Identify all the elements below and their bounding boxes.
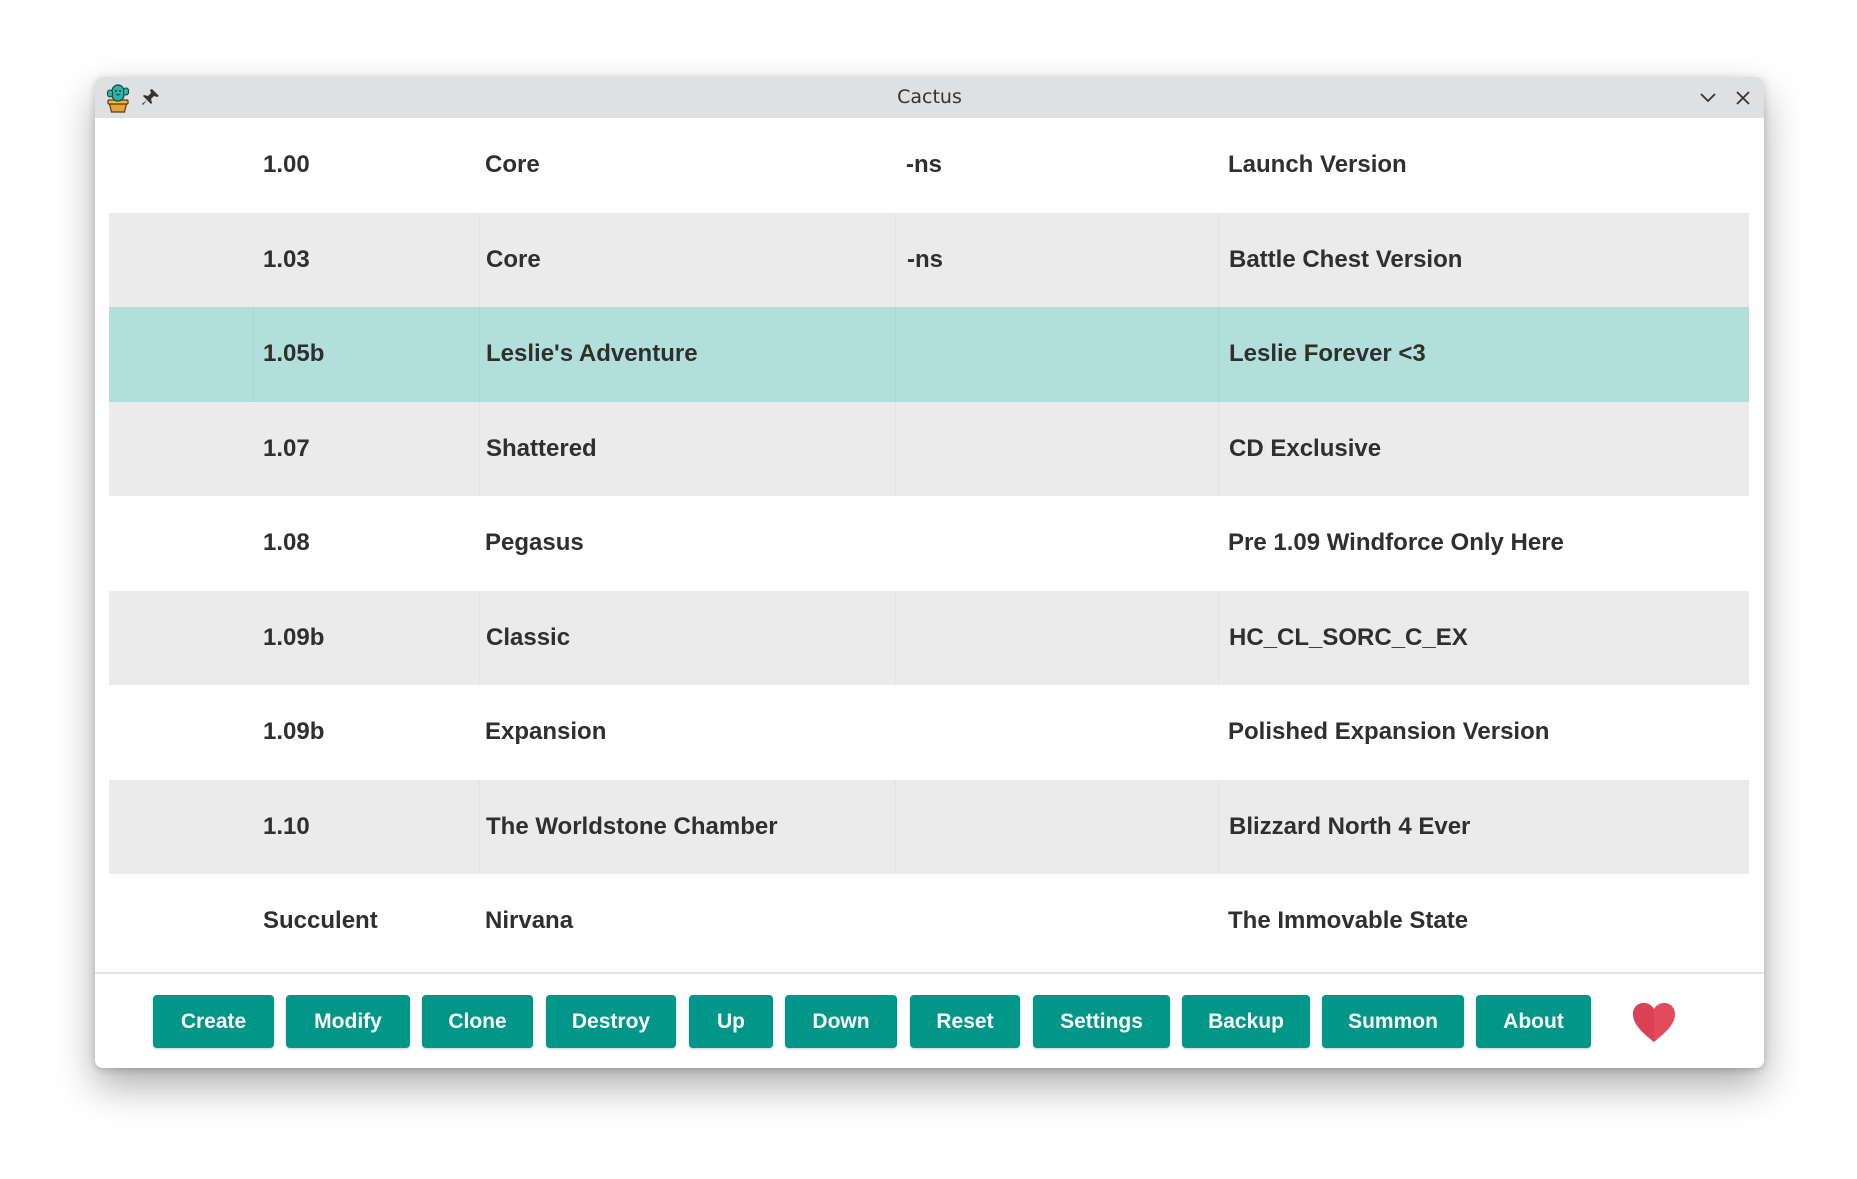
flags-cell [895, 874, 1218, 969]
name-cell: The Worldstone Chamber [479, 779, 895, 874]
flags-cell [895, 496, 1218, 591]
flags-cell: -ns [906, 151, 942, 179]
table-row[interactable]: 1.09b Expansion Polished Expansion Versi… [109, 685, 1749, 780]
versions-table: 1.00 Core -ns Launch Version 1.03 Core -… [109, 118, 1749, 969]
description-cell: CD Exclusive [1218, 401, 1749, 496]
description-cell: Polished Expansion Version [1228, 718, 1550, 746]
name-cell: Nirvana [485, 907, 574, 935]
clone-button[interactable]: Clone [422, 995, 533, 1048]
description-cell: HC_CL_SORC_C_EX [1218, 590, 1749, 685]
table-row[interactable]: Succulent Nirvana The Immovable State [109, 874, 1749, 969]
create-button[interactable]: Create [153, 995, 274, 1048]
about-button[interactable]: About [1476, 995, 1591, 1048]
flags-cell [895, 590, 1218, 685]
flags-cell [895, 685, 1218, 780]
table-row[interactable]: 1.03 Core -ns Battle Chest Version [109, 212, 1749, 307]
version-cell: 1.05b [263, 340, 325, 368]
name-cell: Leslie's Adventure [479, 307, 895, 402]
description-cell: The Immovable State [1228, 907, 1469, 935]
chevron-down-icon[interactable] [1698, 88, 1718, 108]
table-row[interactable]: 1.07 Shattered CD Exclusive [109, 401, 1749, 496]
flags-cell [895, 307, 1218, 402]
app-window: Cactus 1.00 Core -ns Launch Version 1.03… [95, 77, 1764, 1068]
name-cell: Classic [479, 590, 895, 685]
name-cell: Core [485, 151, 540, 179]
description-cell: Blizzard North 4 Ever [1218, 779, 1749, 874]
close-icon[interactable] [1733, 88, 1753, 108]
version-cell: 1.10 [263, 812, 310, 840]
up-button[interactable]: Up [689, 995, 773, 1048]
destroy-button[interactable]: Destroy [546, 995, 676, 1048]
title-bar[interactable]: Cactus [95, 77, 1764, 118]
version-cell: 1.03 [263, 245, 310, 273]
version-cell: Succulent [263, 907, 378, 935]
description-cell: Launch Version [1228, 151, 1407, 179]
flags-cell [895, 779, 1218, 874]
version-cell: 1.09b [263, 623, 325, 651]
version-cell: 1.09b [263, 718, 325, 746]
table-row[interactable]: 1.09b Classic HC_CL_SORC_C_EX [109, 590, 1749, 685]
name-cell: Core [479, 212, 895, 307]
version-cell: 1.07 [263, 434, 310, 462]
version-cell: 1.00 [263, 151, 310, 179]
table-row-selected[interactable]: 1.05b Leslie's Adventure Leslie Forever … [109, 307, 1749, 402]
description-cell: Leslie Forever <3 [1218, 307, 1749, 402]
flags-cell: -ns [895, 212, 1218, 307]
heart-icon[interactable] [1631, 1002, 1677, 1044]
table-row[interactable]: 1.10 The Worldstone Chamber Blizzard Nor… [109, 779, 1749, 874]
name-cell: Shattered [479, 401, 895, 496]
description-cell: Pre 1.09 Windforce Only Here [1228, 529, 1564, 557]
button-bar: Create Modify Clone Destroy Up Down Rese… [95, 972, 1764, 1068]
table-row[interactable]: 1.08 Pegasus Pre 1.09 Windforce Only Her… [109, 496, 1749, 591]
flags-cell [895, 401, 1218, 496]
window-title: Cactus [897, 86, 962, 108]
modify-button[interactable]: Modify [286, 995, 410, 1048]
version-cell: 1.08 [263, 529, 310, 557]
down-button[interactable]: Down [785, 995, 897, 1048]
summon-button[interactable]: Summon [1322, 995, 1464, 1048]
settings-button[interactable]: Settings [1033, 995, 1170, 1048]
name-cell: Expansion [485, 718, 607, 746]
reset-button[interactable]: Reset [910, 995, 1020, 1048]
name-cell: Pegasus [485, 529, 584, 557]
table-row[interactable]: 1.00 Core -ns Launch Version [109, 118, 1749, 213]
description-cell: Battle Chest Version [1218, 212, 1749, 307]
backup-button[interactable]: Backup [1182, 995, 1310, 1048]
